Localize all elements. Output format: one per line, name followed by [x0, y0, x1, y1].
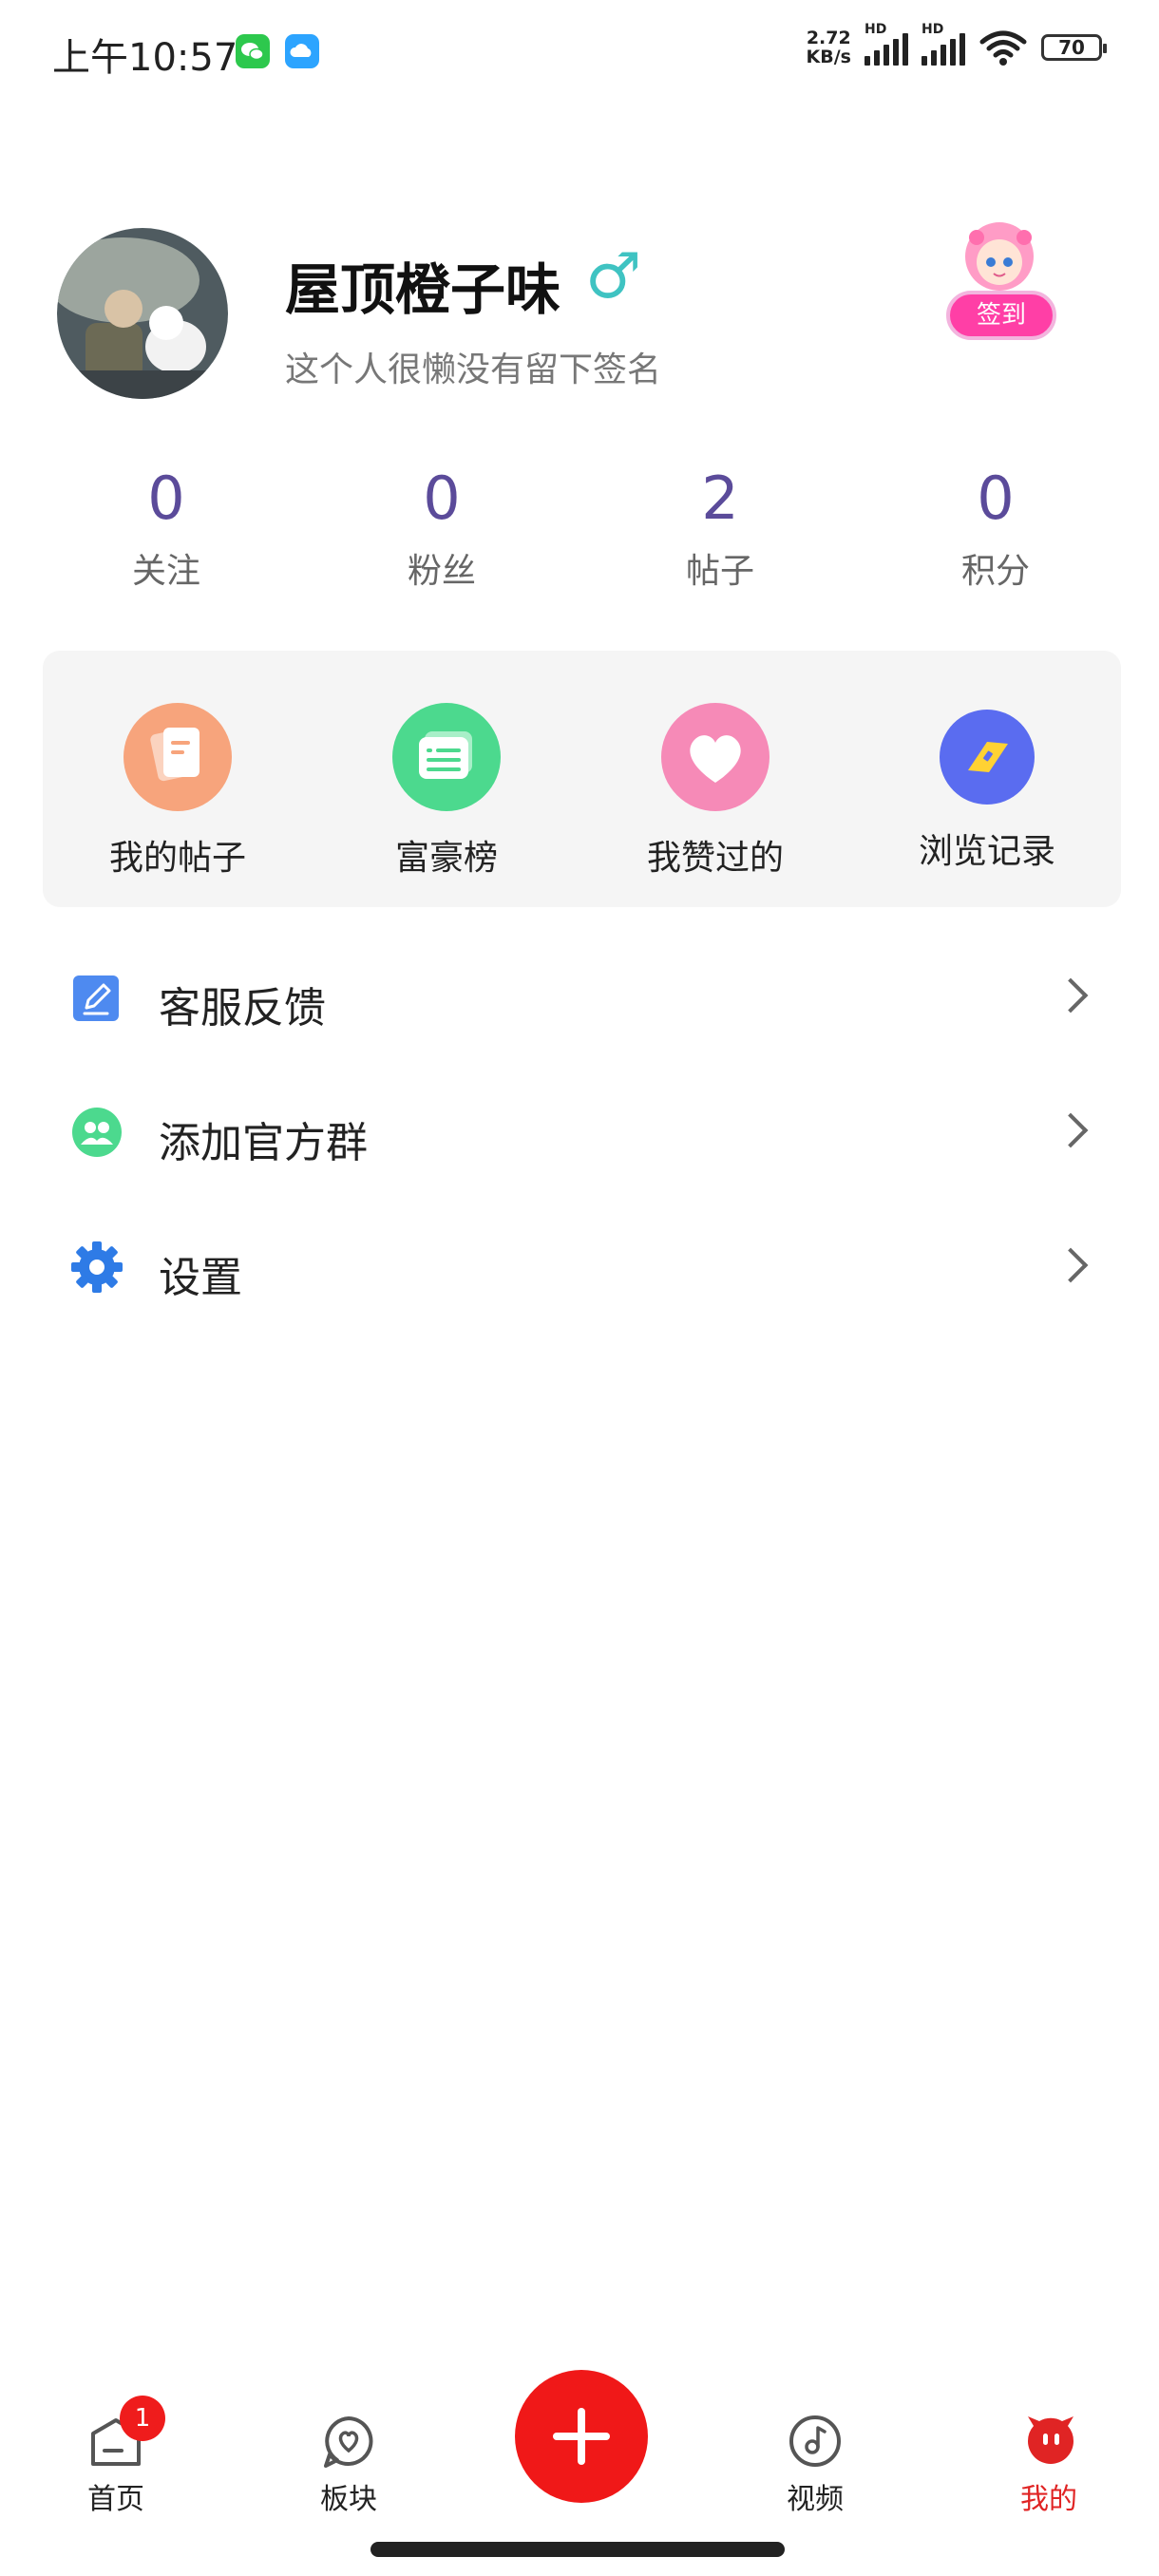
stat-followers[interactable]: 0 粉丝 [347, 465, 537, 593]
stat-label: 积分 [960, 552, 1030, 591]
status-bar: 上午10:57 2.72 KB/s HD HD 70 [0, 0, 1159, 104]
quick-history[interactable]: 浏览记录 [883, 703, 1092, 873]
gender-male-icon: ♂ [585, 239, 642, 313]
tab-label: 首页 [87, 2483, 144, 2516]
chevron-right-icon [1053, 1247, 1089, 1283]
mascot-icon [965, 222, 1034, 291]
stat-label: 帖子 [685, 552, 754, 591]
quick-rich-list[interactable]: 富豪榜 [342, 703, 551, 880]
tab-label: 视频 [787, 2483, 844, 2516]
profile-face-icon [1020, 2413, 1077, 2470]
gear-icon [71, 1241, 123, 1293]
create-post-button[interactable] [515, 2370, 648, 2503]
tab-video[interactable]: 视频 [749, 2413, 882, 2517]
signal-icon: HD [922, 22, 965, 66]
home-badge: 1 [120, 2396, 165, 2441]
quick-my-posts[interactable]: 我的帖子 [73, 703, 282, 880]
tab-label: 我的 [1020, 2483, 1077, 2516]
tab-forums[interactable]: 板块 [282, 2413, 415, 2517]
status-time: 上午10:57 [52, 36, 238, 80]
menu-label: 设置 [159, 1254, 242, 1302]
home-indicator[interactable] [370, 2542, 785, 2557]
net-speed: 2.72 KB/s [806, 28, 851, 67]
quick-label: 我赞过的 [646, 839, 784, 878]
quick-label: 我的帖子 [108, 839, 246, 878]
edit-icon [71, 972, 123, 1023]
wechat-icon [236, 34, 270, 68]
menu-label: 添加官方群 [159, 1119, 368, 1167]
quick-label: 富豪榜 [394, 839, 498, 878]
document-icon [124, 703, 232, 811]
menu-item-settings[interactable]: 设置 [0, 1205, 1159, 1329]
stat-points[interactable]: 0 积分 [901, 465, 1091, 593]
stat-label: 关注 [131, 552, 200, 591]
list-card-icon [392, 703, 501, 811]
wifi-icon [979, 30, 1027, 66]
battery-icon: 70 [1041, 34, 1107, 61]
group-icon [71, 1107, 123, 1158]
stat-following[interactable]: 0 关注 [71, 465, 261, 593]
checkin-button[interactable]: 签到 [946, 291, 1056, 340]
quick-label: 浏览记录 [918, 832, 1055, 871]
checkin-widget[interactable]: 签到 [940, 209, 1074, 351]
chevron-right-icon [1053, 977, 1089, 1013]
signature: 这个人很懒没有留下签名 [285, 350, 662, 389]
username: 屋顶橙子味 [285, 257, 561, 322]
chevron-right-icon [1053, 1112, 1089, 1148]
stat-value: 0 [423, 464, 461, 533]
stat-posts[interactable]: 2 帖子 [625, 465, 815, 593]
quick-liked[interactable]: 我赞过的 [611, 703, 820, 880]
avatar[interactable] [57, 228, 228, 399]
stat-value: 2 [701, 464, 739, 533]
stats-row: 0 关注 0 粉丝 2 帖子 0 积分 [0, 465, 1159, 598]
cloud-icon [285, 34, 319, 68]
tab-mine[interactable]: 我的 [982, 2413, 1115, 2517]
stat-value: 0 [147, 464, 185, 533]
signal-icon: HD [864, 22, 908, 66]
heart-icon [661, 703, 770, 811]
menu-label: 客服反馈 [159, 984, 326, 1032]
music-disc-icon [787, 2413, 844, 2470]
forum-icon [320, 2413, 377, 2470]
tab-label: 板块 [320, 2483, 377, 2516]
stat-label: 粉丝 [407, 552, 476, 591]
menu-item-official-group[interactable]: 添加官方群 [0, 1070, 1159, 1194]
menu-item-feedback[interactable]: 客服反馈 [0, 936, 1159, 1059]
stat-value: 0 [977, 464, 1015, 533]
ticket-icon [940, 710, 1035, 805]
